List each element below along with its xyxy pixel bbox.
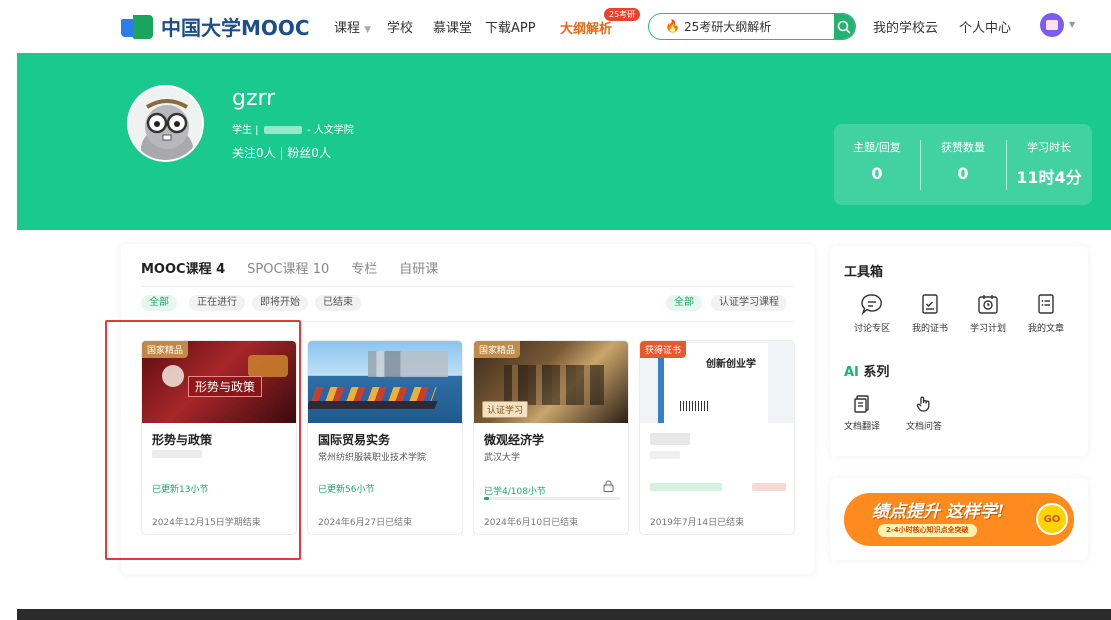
course-progress-bar [484,497,620,500]
nav-download-app[interactable]: 下载APP [485,17,536,36]
promo-banner-title: 绩点提升 这样学! [872,502,1005,522]
course-cover [308,341,462,423]
clock-calendar-icon [978,295,998,314]
profile-header: gzrr 学生 | - 人文学院 关注0人 | 粉丝0人 主题/回复 0 获赞数量… [17,53,1111,230]
divider [141,286,794,287]
course-card[interactable]: 创新创业学 获得证书 2019年7月14日已结束 [639,340,795,535]
course-progress: 已更新56小节 [318,485,375,495]
top-navigation-bar: 中国大学MOOC 课程 ▼ 学校 慕课堂 下载APP 大纲解析 25考研 🔥 我… [0,0,1111,52]
filter-upcoming[interactable]: 即将开始 [252,295,308,311]
cover-skyline [368,351,448,377]
search-box: 🔥 [648,13,856,40]
nav-mooc-hall[interactable]: 慕课堂 [433,17,472,36]
tag-national-quality: 国家精品 [474,341,521,358]
blurred-school-name [263,126,302,134]
book-title: 创新创业学 [706,359,756,370]
user-department: - 人文学院 [306,125,354,136]
toolbox-panel: 工具箱 讨论专区 我的证书 学习计划 我的文章 AI 系列 文档翻译 文档问答 [830,246,1088,456]
tool-discussion[interactable]: 讨论专区 [844,292,900,334]
book-barcode [680,401,710,411]
promo-badge: 25考研 [604,8,641,21]
lock-icon [603,480,614,492]
hand-pointer-icon [916,396,930,412]
document-icon [1038,294,1054,314]
user-role: 学生 | [232,125,259,136]
course-title: 微观经济学 [484,433,545,447]
filter-in-progress[interactable]: 正在进行 [189,295,245,311]
flame-icon: 🔥 [665,19,680,33]
course-card[interactable]: 国际贸易实务 常州纺织服装职业技术学院 已更新56小节 2024年6月27日已结… [307,340,463,535]
cover-hull [308,401,438,409]
course-end-date: 2024年6月27日已结束 [318,518,413,528]
filter-ended[interactable]: 已结束 [315,295,361,311]
certificate-icon [922,294,938,314]
tool-doc-qa[interactable]: 文档问答 [896,394,952,432]
course-type-tabs: MOOC课程 4 SPOC课程 10 专栏 自研课 [141,258,460,277]
cover-ship [311,387,437,401]
tag-certificate-earned: 获得证书 [640,341,687,358]
stat-study-time: 学习时长 11时4分 [1006,124,1092,205]
stat-topics: 主题/回复 0 [853,141,901,183]
blurred-status [752,483,786,491]
nav-personal-center[interactable]: 个人中心 [959,17,1011,36]
filter-certified-courses[interactable]: 认证学习课程 [711,295,787,311]
site-logo[interactable]: 中国大学MOOC [121,12,310,41]
badge-certified-study: 认证学习 [482,401,529,418]
chevron-down-icon[interactable]: ▼ [1069,20,1075,29]
course-end-date: 2024年6月10日已结束 [484,518,579,528]
course-school: 常州纺织服装职业技术学院 [318,453,427,463]
course-school: 武汉大学 [484,453,521,463]
promo-banner-subtitle: 2-4小时核心知识点全突破 [878,524,977,537]
course-cover: 创新创业学 获得证书 [640,341,794,423]
search-input[interactable] [683,14,834,39]
logo-text: 中国大学MOOC [161,16,310,40]
go-button[interactable]: GO [1036,503,1068,535]
follow-stats[interactable]: 关注0人 | 粉丝0人 [232,144,331,161]
chat-bubble-icon [861,294,882,316]
promo-link[interactable]: 大纲解析 [560,18,612,37]
blurred-school [650,451,680,459]
tab-spoc-courses[interactable]: SPOC课程 10 [247,258,329,277]
blurred-title [650,433,690,445]
toolbox-title: 工具箱 [844,265,884,280]
user-role-line: 学生 | - 人文学院 [232,121,354,136]
tab-columns[interactable]: 专栏 [351,258,377,277]
learning-stats: 主题/回复 0 获赞数量 0 学习时长 11时4分 [834,124,1092,205]
stat-likes: 获赞数量 0 [920,124,1006,205]
footer-bar [17,609,1111,620]
blurred-progress [650,483,722,491]
nav-courses[interactable]: 课程 ▼ [334,17,371,36]
tool-certificate[interactable]: 我的证书 [902,292,958,334]
translate-doc-icon [854,395,869,413]
cover-figures [504,365,604,405]
course-card[interactable]: 国家精品 认证学习 微观经济学 武汉大学 已学4/108小节 2024年6月10… [473,340,629,535]
tool-doc-translate[interactable]: 文档翻译 [834,394,890,432]
filter-all-certified[interactable]: 全部 [666,295,702,311]
course-title: 国际贸易实务 [318,433,391,447]
search-button[interactable] [833,14,855,39]
chevron-down-icon: ▼ [364,25,372,35]
nav-my-school-cloud[interactable]: 我的学校云 [873,17,938,36]
profile-avatar[interactable] [127,85,204,162]
tool-my-articles[interactable]: 我的文章 [1018,292,1074,334]
ad-card: 绩点提升 这样学! 2-4小时核心知识点全突破 GO [830,478,1088,560]
search-icon [838,20,852,34]
nav-school[interactable]: 学校 [387,17,413,36]
tool-study-plan[interactable]: 学习计划 [960,292,1016,334]
highlight-box [105,320,301,560]
promo-banner[interactable]: 绩点提升 这样学! 2-4小时核心知识点全突破 GO [844,493,1074,546]
username: gzrr [232,86,276,111]
progress-fill [484,497,490,500]
ai-series-title: AI 系列 [844,365,890,380]
course-end-date: 2019年7月14日已结束 [650,518,745,528]
logo-icon [121,14,155,39]
course-progress: 已学4/108小节 [484,487,546,497]
user-avatar[interactable] [1040,13,1064,37]
course-cover: 国家精品 认证学习 [474,341,628,423]
tab-self-study[interactable]: 自研课 [399,258,438,277]
filter-all[interactable]: 全部 [141,295,177,311]
tab-mooc-courses[interactable]: MOOC课程 4 [141,258,225,277]
